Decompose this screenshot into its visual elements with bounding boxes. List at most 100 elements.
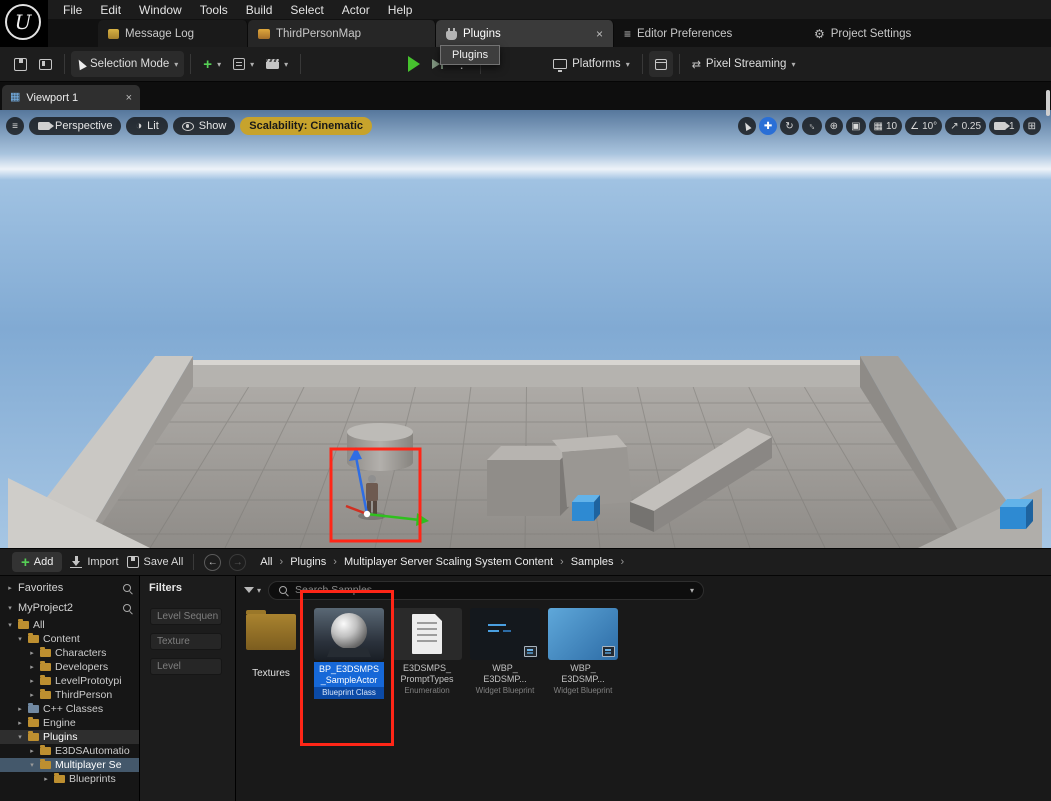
chevron-right-icon[interactable]: ▸ (28, 747, 36, 755)
back-button[interactable]: ← (204, 554, 221, 571)
menu-item-select[interactable]: Select (281, 2, 332, 18)
perspective-dropdown[interactable]: Perspective (29, 117, 121, 135)
scrollbar-thumb[interactable] (1046, 90, 1050, 116)
close-icon[interactable]: × (596, 27, 603, 41)
view-mode-dropdown[interactable]: ◑ Lit (126, 117, 167, 135)
asset-tile-prompttypes[interactable]: E3DSMPS_ PromptTypes Enumeration (392, 608, 462, 695)
tab-third-person-map[interactable]: ThirdPersonMap (248, 20, 436, 47)
chevron-down-icon[interactable]: ▾ (16, 733, 24, 741)
menu-item-edit[interactable]: Edit (91, 2, 130, 18)
platforms-dropdown[interactable]: Platforms ▾ (547, 51, 636, 77)
chevron-right-icon[interactable]: ▸ (16, 705, 24, 713)
viewport-options-button[interactable]: ≡ (6, 117, 24, 135)
blueprint-thumbnail[interactable] (314, 608, 384, 660)
tree-item-levelprototyping[interactable]: ▸ LevelPrototypi (0, 674, 139, 688)
play-button[interactable] (402, 51, 426, 77)
tree-item-engine[interactable]: ▸ Engine (0, 716, 139, 730)
menu-item-build[interactable]: Build (237, 2, 282, 18)
asset-tile-textures[interactable]: Textures (236, 608, 306, 680)
maximize-viewport-button[interactable]: ⊞ (1023, 117, 1041, 135)
camera-speed-button[interactable]: 1 (989, 117, 1020, 135)
scale-snap-button[interactable]: ↗0.25 (945, 117, 986, 135)
search-icon[interactable] (122, 583, 133, 594)
rotation-snap-button[interactable]: ∠10° (905, 117, 942, 135)
chevron-right-icon[interactable]: ▸ (28, 649, 36, 657)
filter-chip-texture[interactable]: Texture (150, 633, 222, 650)
chevron-down-icon[interactable]: ▾ (16, 635, 24, 643)
grid-snap-button[interactable]: ▦10 (869, 117, 903, 135)
revision-control-button[interactable] (33, 51, 58, 77)
tree-item-characters[interactable]: ▸ Characters (0, 646, 139, 660)
blueprints-dropdown[interactable]: ▾ (227, 51, 260, 77)
asset-tile-wbp-2[interactable]: WBP_ E3DSMP... Widget Blueprint (548, 608, 618, 695)
chevron-down-icon[interactable]: ▾ (6, 604, 14, 612)
chevron-down-icon[interactable]: ▾ (690, 586, 694, 595)
tree-item-blueprints[interactable]: ▸ Blueprints (0, 772, 139, 786)
move-tool-button[interactable]: ✚ (759, 117, 777, 135)
tab-message-log[interactable]: Message Log (98, 20, 248, 47)
save-all-button[interactable]: Save All (127, 556, 184, 568)
close-icon[interactable]: × (126, 92, 132, 104)
tab-editor-preferences[interactable]: ≡ Editor Preferences (614, 20, 804, 47)
tree-item-all[interactable]: ▾ All (0, 618, 139, 632)
forward-button[interactable]: → (229, 554, 246, 571)
menu-item-actor[interactable]: Actor (333, 2, 379, 18)
widget-thumbnail[interactable] (548, 608, 618, 660)
selection-mode-dropdown[interactable]: Selection Mode ▾ (71, 51, 184, 77)
breadcrumb-item[interactable]: Samples (571, 556, 614, 568)
level-viewport[interactable]: ≡ Perspective ◑ Lit Show Scalability: Ci… (0, 110, 1051, 548)
rotate-tool-button[interactable]: ↻ (780, 117, 798, 135)
asset-tile-bp-sampleactor[interactable]: BP_E3DSMPS _SampleActor Blueprint Class (314, 608, 384, 699)
folder-thumbnail[interactable] (236, 608, 306, 660)
chevron-right-icon[interactable]: ▸ (28, 677, 36, 685)
add-button[interactable]: + Add (12, 552, 62, 572)
cinematics-dropdown[interactable]: ▾ (260, 51, 294, 77)
chevron-down-icon[interactable]: ▾ (28, 761, 36, 769)
world-space-toggle[interactable]: ⊕ (825, 117, 843, 135)
scale-tool-button[interactable]: ⇔ (802, 117, 822, 135)
menu-item-window[interactable]: Window (130, 2, 191, 18)
chevron-right-icon[interactable]: ▸ (42, 775, 50, 783)
enum-thumbnail[interactable] (392, 608, 462, 660)
select-tool-button[interactable] (738, 117, 756, 135)
tree-item-developers[interactable]: ▸ Developers (0, 660, 139, 674)
widget-thumbnail[interactable] (470, 608, 540, 660)
chevron-right-icon[interactable]: ▸ (6, 584, 14, 592)
search-input[interactable] (295, 584, 684, 596)
surface-snap-toggle[interactable]: ▣ (846, 117, 865, 135)
tree-item-multiplayer-server[interactable]: ▾ Multiplayer Se (0, 758, 139, 772)
viewport-scene[interactable] (0, 110, 1051, 548)
asset-tile-wbp-1[interactable]: WBP_ E3DSMP... Widget Blueprint (470, 608, 540, 695)
search-icon[interactable] (122, 603, 133, 614)
pixel-streaming-dropdown[interactable]: ⇄ Pixel Streaming ▾ (686, 51, 802, 77)
filter-chip-level[interactable]: Level (150, 658, 222, 675)
filter-button[interactable]: ▾ (244, 586, 261, 595)
save-button[interactable] (8, 51, 33, 77)
filter-chip-level-sequence[interactable]: Level Sequen (150, 608, 222, 625)
menu-item-file[interactable]: File (54, 2, 91, 18)
chevron-right-icon[interactable]: ▸ (28, 663, 36, 671)
tab-project-settings[interactable]: ⚙ Project Settings (804, 20, 984, 47)
unreal-logo-icon[interactable]: U (5, 4, 41, 40)
tree-item-content[interactable]: ▾ Content (0, 632, 139, 646)
chevron-right-icon[interactable]: ▸ (28, 691, 36, 699)
tree-item-cpp-classes[interactable]: ▸ C++ Classes (0, 702, 139, 716)
tree-item-thirdperson[interactable]: ▸ ThirdPerson (0, 688, 139, 702)
tree-item-plugins[interactable]: ▾ Plugins (0, 730, 139, 744)
package-button[interactable] (649, 51, 673, 77)
breadcrumb-item[interactable]: Multiplayer Server Scaling System Conten… (344, 556, 553, 568)
breadcrumb-item[interactable]: Plugins (290, 556, 326, 568)
import-button[interactable]: Import (70, 556, 118, 568)
tab-plugins[interactable]: Plugins × (436, 20, 614, 47)
breadcrumb-expand-icon[interactable]: › (621, 556, 625, 568)
menu-item-tools[interactable]: Tools (191, 2, 237, 18)
tab-viewport-1[interactable]: ▦ Viewport 1 × (2, 85, 140, 110)
favorites-section[interactable]: ▸ Favorites (0, 578, 139, 598)
add-actor-dropdown[interactable]: +▾ (197, 51, 227, 77)
search-pill[interactable]: ▾ (268, 581, 704, 600)
breadcrumb-item[interactable]: All (260, 556, 272, 568)
show-dropdown[interactable]: Show (173, 117, 236, 135)
tree-item-e3dsautomation[interactable]: ▸ E3DSAutomatio (0, 744, 139, 758)
project-section[interactable]: ▾ MyProject2 (0, 598, 139, 618)
scalability-warning-button[interactable]: Scalability: Cinematic (240, 117, 372, 135)
